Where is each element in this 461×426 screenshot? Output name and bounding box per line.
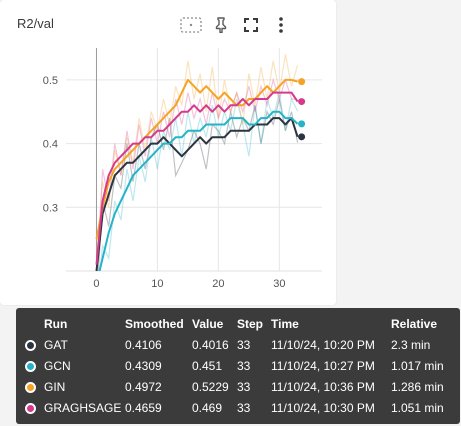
time-value: 11/10/24, 10:20 PM bbox=[271, 338, 375, 352]
relative-value: 1.017 min bbox=[391, 359, 444, 373]
smoothed-value: 0.4659 bbox=[125, 401, 162, 415]
time-value: 11/10/24, 10:30 PM bbox=[271, 401, 375, 415]
smoothed-value: 0.4972 bbox=[125, 380, 162, 394]
time-value: 11/10/24, 10:27 PM bbox=[271, 359, 375, 373]
header-time: Time bbox=[271, 317, 299, 331]
tooltip-row: GAT 0.4106 0.4016 33 11/10/24, 10:20 PM … bbox=[16, 335, 460, 355]
run-color-dot bbox=[25, 403, 36, 414]
series-end-marker-gin bbox=[298, 78, 306, 86]
x-tick-label: 20 bbox=[212, 278, 224, 290]
series-end-marker-graghsage bbox=[298, 98, 306, 106]
tooltip-row: GCN 0.4309 0.451 33 11/10/24, 10:27 PM 1… bbox=[16, 356, 460, 376]
run-color-dot bbox=[25, 382, 36, 393]
run-name: GAT bbox=[44, 338, 68, 352]
run-color-dot bbox=[25, 361, 36, 372]
line-chart[interactable]: 0.3 0.4 0.5 0 10 20 30 bbox=[0, 0, 336, 305]
run-color-dot bbox=[25, 340, 36, 351]
series-end-marker-gat bbox=[298, 133, 306, 141]
smoothed-value: 0.4106 bbox=[125, 338, 162, 352]
step-value: 33 bbox=[237, 380, 251, 394]
x-tick-label: 30 bbox=[273, 278, 285, 290]
raw-value: 0.5229 bbox=[192, 380, 229, 394]
raw-value: 0.451 bbox=[192, 359, 223, 373]
x-tick-label: 10 bbox=[151, 278, 163, 290]
hover-tooltip: Run Smoothed Value Step Time Relative GA… bbox=[16, 308, 460, 424]
tooltip-header: Run Smoothed Value Step Time Relative bbox=[16, 314, 460, 334]
y-tick-label: 0.4 bbox=[43, 139, 58, 151]
y-tick-label: 0.3 bbox=[43, 202, 58, 214]
run-name: GRAGHSAGE bbox=[44, 401, 122, 415]
header-step: Step bbox=[237, 317, 264, 331]
series-raw-line-graghsage bbox=[96, 77, 298, 271]
x-tick-label: 0 bbox=[93, 278, 99, 290]
tooltip-row: GRAGHSAGE 0.4659 0.469 33 11/10/24, 10:3… bbox=[16, 398, 460, 418]
header-relative: Relative bbox=[391, 317, 438, 331]
smoothed-value: 0.4309 bbox=[125, 359, 162, 373]
step-value: 33 bbox=[237, 401, 251, 415]
time-value: 11/10/24, 10:36 PM bbox=[271, 380, 375, 394]
relative-value: 1.286 min bbox=[391, 380, 444, 394]
tooltip-row: GIN 0.4972 0.5229 33 11/10/24, 10:36 PM … bbox=[16, 377, 460, 397]
y-tick-label: 0.5 bbox=[43, 75, 58, 87]
raw-value: 0.4016 bbox=[192, 338, 229, 352]
header-smoothed: Smoothed bbox=[125, 317, 184, 331]
header-run: Run bbox=[44, 317, 68, 331]
relative-value: 2.3 min bbox=[391, 338, 431, 352]
raw-value: 0.469 bbox=[192, 401, 223, 415]
header-value: Value bbox=[192, 317, 224, 331]
run-name: GIN bbox=[44, 380, 66, 394]
scalar-card: R2/val 0.3 0.4 0.5 0 10 20 30 bbox=[0, 0, 336, 305]
run-name: GCN bbox=[44, 359, 71, 373]
series-end-marker-gcn bbox=[298, 120, 306, 128]
relative-value: 1.051 min bbox=[391, 401, 444, 415]
step-value: 33 bbox=[237, 338, 251, 352]
step-value: 33 bbox=[237, 359, 251, 373]
